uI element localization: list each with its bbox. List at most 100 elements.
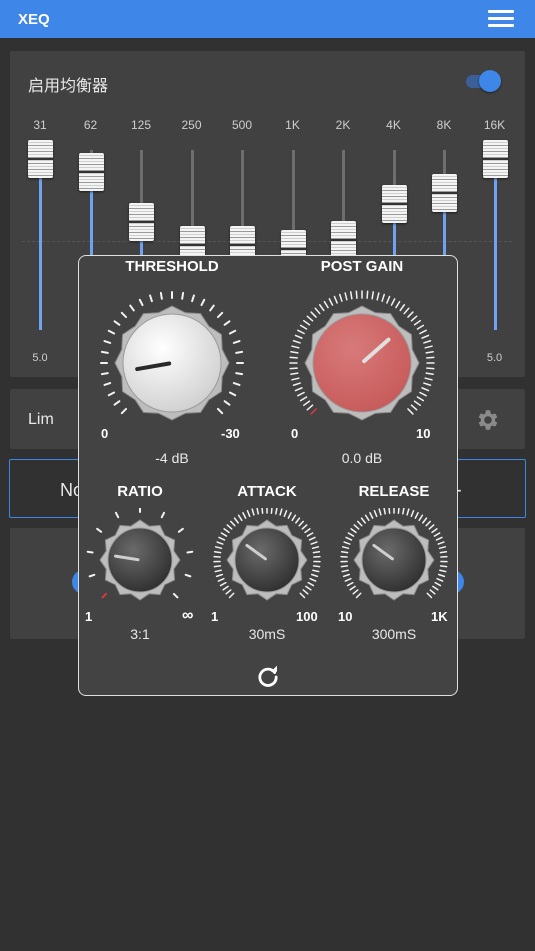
release-knob[interactable] bbox=[338, 508, 450, 612]
dial-tick bbox=[100, 350, 109, 354]
dial-tick bbox=[426, 592, 433, 599]
dial-tick bbox=[433, 532, 441, 537]
dial-tick bbox=[340, 550, 349, 554]
attack-max: 100 bbox=[296, 609, 318, 624]
dial-tick bbox=[235, 372, 244, 376]
dial-tick bbox=[219, 581, 227, 587]
dial-tick bbox=[428, 524, 435, 530]
eq-slider-handle[interactable] bbox=[381, 185, 407, 223]
dial-tick bbox=[421, 334, 430, 339]
dial-tick bbox=[292, 382, 301, 386]
dial-tick bbox=[407, 311, 414, 318]
dial-tick bbox=[435, 536, 443, 541]
dial-tick bbox=[416, 396, 425, 402]
dial-tick bbox=[350, 528, 357, 534]
eq-slider-fill bbox=[493, 159, 497, 330]
dial-tick bbox=[346, 581, 354, 587]
eq-band-16K: 16K 5.0 bbox=[470, 110, 520, 370]
dial-tick bbox=[113, 400, 121, 406]
ratio-knob[interactable] bbox=[84, 508, 196, 612]
dial-tick bbox=[251, 508, 255, 516]
eq-band-frequency: 62 bbox=[83, 118, 98, 132]
dial-tick bbox=[437, 541, 445, 545]
dial-tick bbox=[306, 532, 314, 537]
dial-tick bbox=[424, 345, 433, 349]
dial-tick bbox=[413, 319, 421, 326]
dial-tick bbox=[138, 298, 144, 307]
dial-tick bbox=[366, 290, 369, 299]
eq-band-value: 5.0 bbox=[32, 352, 48, 364]
attack-readout: 30mS bbox=[248, 626, 286, 642]
dial-tick bbox=[279, 508, 283, 516]
reset-icon[interactable] bbox=[254, 663, 282, 691]
dial-tick bbox=[103, 382, 112, 386]
dial-tick bbox=[305, 585, 312, 591]
dial-tick bbox=[256, 508, 259, 515]
ratio-readout: 3:1 bbox=[130, 626, 150, 642]
eq-band-value: 5.0 bbox=[486, 352, 503, 364]
dial-tick bbox=[233, 517, 239, 524]
dial-tick bbox=[312, 565, 321, 568]
eq-slider-handle[interactable] bbox=[78, 152, 104, 191]
dial-tick bbox=[287, 512, 292, 519]
dial-tick bbox=[353, 524, 360, 530]
dial-tick bbox=[310, 541, 318, 545]
dial-tick bbox=[289, 356, 298, 359]
dial-tick bbox=[419, 391, 427, 397]
dial-tick bbox=[434, 581, 442, 587]
dial-tick bbox=[298, 520, 305, 527]
dial-tick bbox=[429, 589, 436, 595]
dial-tick bbox=[213, 565, 222, 568]
dial-tick bbox=[426, 367, 435, 370]
dial-tick bbox=[186, 550, 194, 554]
dial-tick bbox=[289, 367, 298, 370]
dial-tick bbox=[301, 524, 308, 530]
eq-band-frequency: 1K bbox=[285, 118, 300, 132]
dial-tick bbox=[291, 377, 300, 381]
dial-tick bbox=[107, 329, 116, 335]
gear-icon[interactable] bbox=[474, 407, 500, 433]
dial-tick bbox=[149, 294, 153, 303]
app-bar: XEQ bbox=[0, 0, 535, 38]
attack-knob[interactable] bbox=[211, 508, 323, 612]
dial-tick bbox=[216, 541, 224, 545]
dial-tick bbox=[291, 345, 300, 349]
eq-band-frequency: 16K bbox=[483, 118, 506, 132]
dial-tick bbox=[232, 340, 241, 344]
threshold-knob[interactable] bbox=[97, 290, 247, 425]
dial-tick bbox=[181, 291, 185, 300]
dial-tick bbox=[100, 372, 109, 376]
dial-tick bbox=[383, 508, 386, 515]
equalizer-enable-label: 启用均衡器 bbox=[28, 78, 109, 95]
dial-tick bbox=[340, 565, 349, 568]
eq-slider-handle[interactable] bbox=[129, 203, 154, 241]
dial-tick bbox=[294, 387, 303, 392]
eq-slider-handle[interactable] bbox=[432, 174, 457, 213]
dial-tick bbox=[339, 293, 343, 302]
eq-slider-handle[interactable] bbox=[28, 140, 53, 178]
eq-band-frequency: 31 bbox=[33, 118, 47, 132]
equalizer-enable-toggle[interactable] bbox=[466, 70, 502, 92]
dial-tick bbox=[120, 407, 128, 415]
dial-tick bbox=[344, 577, 352, 582]
release-min: 10 bbox=[338, 609, 353, 624]
hamburger-menu-icon[interactable] bbox=[488, 10, 514, 28]
dial-tick bbox=[436, 577, 444, 582]
dial-tick bbox=[407, 408, 414, 415]
post-gain-max: 10 bbox=[416, 426, 431, 441]
dial-tick bbox=[414, 512, 419, 519]
dial-tick bbox=[397, 508, 400, 514]
post-gain-knob[interactable] bbox=[287, 290, 437, 425]
dial-tick bbox=[223, 400, 231, 406]
eq-slider-handle[interactable] bbox=[331, 221, 356, 259]
dial-tick bbox=[228, 592, 235, 599]
dial-tick bbox=[312, 569, 320, 573]
attack-min: 1 bbox=[211, 609, 219, 624]
dial-tick bbox=[86, 550, 94, 554]
dial-tick bbox=[310, 311, 317, 318]
eq-slider-fill bbox=[39, 159, 42, 330]
dial-tick bbox=[246, 509, 251, 518]
dial-tick bbox=[214, 546, 223, 550]
dial-tick bbox=[302, 589, 309, 595]
eq-slider-handle[interactable] bbox=[482, 140, 508, 178]
